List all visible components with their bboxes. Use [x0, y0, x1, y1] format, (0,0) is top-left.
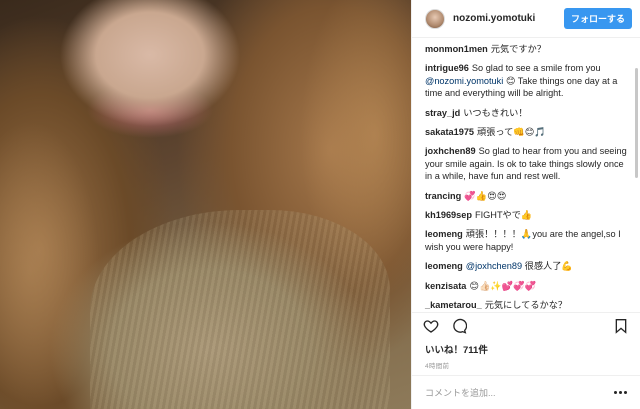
comment-mention[interactable]: @nozomi.yomotuki — [425, 76, 503, 86]
comment-username[interactable]: leomeng — [425, 261, 463, 271]
comment-text: 元気ですか？ — [490, 44, 546, 54]
comment-text: So glad to see a smile from you — [471, 63, 601, 74]
comment: joxhchen89 So glad to hear from you and s… — [425, 145, 630, 182]
action-bar — [412, 312, 640, 342]
comment-username[interactable]: monmon1men — [425, 44, 488, 54]
more-options-icon[interactable] — [613, 390, 627, 395]
comments-list[interactable]: monmon1men 元気ですか？ intrigue96 So glad to se… — [412, 38, 640, 312]
comment-text: いつもきれい！ — [463, 107, 528, 118]
comment-username[interactable]: sakata1975 — [425, 127, 474, 137]
post-view: nozomi.yomotuki フォローする monmon1men 元気ですか？ … — [0, 0, 640, 409]
comment-username[interactable]: leomeng — [425, 229, 463, 239]
bookmark-icon[interactable] — [613, 318, 629, 337]
sweater — [90, 210, 390, 409]
comment: stray_jd いつもきれい！ — [425, 107, 630, 119]
comment-text: FIGHTやで👍 — [475, 210, 533, 221]
scrollbar[interactable] — [635, 68, 638, 178]
comment-username[interactable]: _kametarou_ — [425, 300, 482, 310]
comment-username[interactable]: kh1969sep — [425, 210, 472, 220]
post-sidebar: nozomi.yomotuki フォローする monmon1men 元気ですか？ … — [411, 0, 640, 409]
avatar[interactable] — [425, 8, 445, 29]
post-photo[interactable] — [0, 0, 411, 409]
heart-icon[interactable] — [423, 318, 439, 337]
comment-username[interactable]: intrigue96 — [425, 63, 469, 73]
hair-shade — [0, 120, 100, 409]
add-comment-bar — [412, 375, 640, 409]
likes-count[interactable]: いいね！711件 — [412, 342, 640, 356]
comment-username[interactable]: stray_jd — [425, 108, 460, 118]
comment-input[interactable] — [425, 387, 614, 398]
comment: leomeng @joxhchen89 很感人了💪 — [425, 260, 630, 272]
comment-text: 元気にしてるかな？ — [484, 300, 568, 311]
comment-text: 😊👍🏻✨💕💞💞 — [469, 280, 537, 291]
comment-username[interactable]: joxhchen89 — [425, 146, 476, 156]
post-header: nozomi.yomotuki フォローする — [412, 0, 640, 38]
comment-text: 很感人了💪 — [522, 261, 573, 272]
username-link[interactable]: nozomi.yomotuki — [453, 13, 564, 24]
comment: kenzisata 😊👍🏻✨💕💞💞 — [425, 280, 630, 292]
post-timestamp[interactable]: 4時間前 — [412, 355, 640, 371]
comment: leomeng 頑張！！！！🙏you are the angel,so I wis… — [425, 228, 630, 253]
comment: intrigue96 So glad to see a smile from yo… — [425, 62, 630, 99]
comment-text: 頑張って👊😊🎵 — [477, 127, 546, 138]
comment: monmon1men 元気ですか？ — [425, 43, 630, 55]
comment-username[interactable]: trancing — [425, 191, 461, 201]
comment-text: 💞👍😍😍 — [464, 190, 507, 201]
comment: sakata1975 頑張って👊😊🎵 — [425, 126, 630, 138]
comment-username[interactable]: kenzisata — [425, 281, 466, 291]
comment: trancing 💞👍😍😍 — [425, 190, 630, 202]
comment: _kametarou_ 元気にしてるかな？ — [425, 299, 630, 311]
comment-icon[interactable] — [451, 318, 468, 337]
comment-mention[interactable]: @joxhchen89 — [466, 261, 522, 271]
comment: kh1969sep FIGHTやで👍 — [425, 209, 630, 221]
follow-button[interactable]: フォローする — [563, 8, 632, 29]
